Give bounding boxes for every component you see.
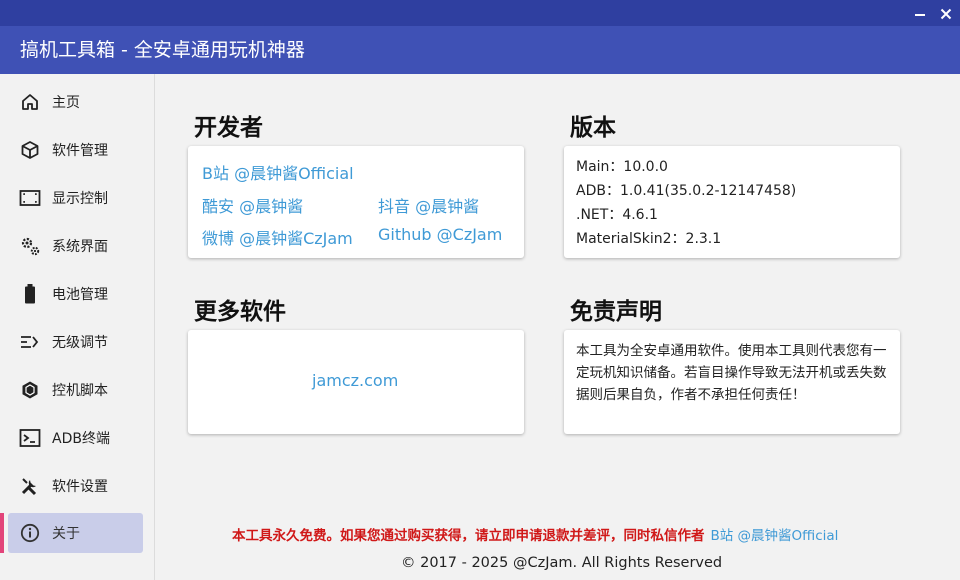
disclaimer-text: 本工具为全安卓通用软件。使用本工具则代表您有一定玩机知识储备。若盲目操作导致无法… <box>576 343 887 403</box>
version-adb: ADB：1.0.41(35.0.2-12147458) <box>576 183 797 199</box>
sidebar-item-control-script[interactable]: 控机脚本 <box>8 370 143 410</box>
developer-card: B站 @晨钟酱Official 酷安 @晨钟酱 抖音 @晨钟酱 微博 @晨钟酱C… <box>188 146 524 258</box>
website-link[interactable]: jamcz.com <box>312 371 398 390</box>
hexagon-icon <box>19 379 41 401</box>
version-materialskin: MaterialSkin2：2.3.1 <box>576 231 722 247</box>
disclaimer-card: 本工具为全安卓通用软件。使用本工具则代表您有一定玩机知识储备。若盲目操作导致无法… <box>564 330 900 434</box>
version-card: Main：10.0.0 ADB：1.0.41(35.0.2-12147458) … <box>564 146 900 258</box>
copyright: © 2017 - 2025 @CzJam. All Rights Reserve… <box>401 555 723 571</box>
notice-bilibili-link[interactable]: B站 @晨钟酱Official <box>711 528 839 544</box>
sidebar-item-label: 显示控制 <box>52 191 108 207</box>
sidebar-item-label: 关于 <box>52 526 80 542</box>
titlebar: 搞机工具箱 - 全安卓通用玩机神器 <box>0 26 960 74</box>
close-button[interactable] <box>934 4 958 24</box>
free-notice-text: 本工具永久免费。如果您通过购买获得，请立即申请退款并差评，同时私信作者 <box>232 528 705 544</box>
app-title: 搞机工具箱 - 全安卓通用玩机神器 <box>20 39 305 61</box>
sidebar-item-stepless-adjust[interactable]: 无级调节 <box>8 322 143 362</box>
sidebar-item-battery[interactable]: 电池管理 <box>8 274 143 314</box>
sidebar-item-settings[interactable]: 软件设置 <box>8 466 143 506</box>
tools-icon <box>19 475 41 497</box>
package-icon <box>19 139 41 161</box>
sidebar-item-label: 软件设置 <box>52 479 108 495</box>
coolapk-link[interactable]: 酷安 @晨钟酱 <box>202 193 303 217</box>
more-software-title: 更多软件 <box>194 299 286 325</box>
window-top-strip <box>0 0 960 26</box>
minimize-button[interactable] <box>908 4 932 24</box>
weibo-link[interactable]: 微博 @晨钟酱CzJam <box>202 225 353 249</box>
sidebar-item-home[interactable]: 主页 <box>8 82 143 122</box>
sidebar-item-label: 主页 <box>52 95 80 111</box>
douyin-link[interactable]: 抖音 @晨钟酱 <box>378 193 479 217</box>
adjust-icon <box>19 331 41 353</box>
minimize-icon <box>915 14 925 16</box>
sidebar-item-software-manage[interactable]: 软件管理 <box>8 130 143 170</box>
sidebar-item-about[interactable]: 关于 <box>8 513 143 553</box>
sidebar-item-label: 系统界面 <box>52 239 108 255</box>
gears-icon <box>19 235 41 257</box>
more-software-card: jamcz.com <box>188 330 524 434</box>
sidebar: 主页 软件管理 显示控制 系统界面 电池管理 无级调节 控机脚本 ADB终端 软… <box>0 74 155 580</box>
sidebar-item-label: 电池管理 <box>52 287 108 303</box>
disclaimer-title: 免责声明 <box>570 299 662 325</box>
battery-icon <box>19 283 41 305</box>
version-title: 版本 <box>570 115 616 141</box>
sidebar-item-system-ui[interactable]: 系统界面 <box>8 226 143 266</box>
version-main: Main：10.0.0 <box>576 159 668 175</box>
github-link[interactable]: Github @CzJam <box>378 225 502 244</box>
terminal-icon <box>19 427 41 449</box>
sidebar-item-label: 无级调节 <box>52 335 108 351</box>
free-notice: 本工具永久免费。如果您通过购买获得，请立即申请退款并差评，同时私信作者 B站 @晨… <box>232 524 838 544</box>
home-icon <box>19 91 41 113</box>
developer-title: 开发者 <box>194 115 263 141</box>
info-icon <box>19 522 41 544</box>
active-indicator <box>0 513 4 553</box>
sidebar-item-adb-terminal[interactable]: ADB终端 <box>8 418 143 458</box>
bilibili-link[interactable]: B站 @晨钟酱Official <box>202 160 354 184</box>
sidebar-item-label: 控机脚本 <box>52 383 108 399</box>
sidebar-item-label: 软件管理 <box>52 143 108 159</box>
version-dotnet: .NET：4.6.1 <box>576 207 658 223</box>
sidebar-item-label: ADB终端 <box>52 431 110 447</box>
sidebar-item-display[interactable]: 显示控制 <box>8 178 143 218</box>
screen-icon <box>19 187 41 209</box>
close-icon <box>940 8 952 20</box>
